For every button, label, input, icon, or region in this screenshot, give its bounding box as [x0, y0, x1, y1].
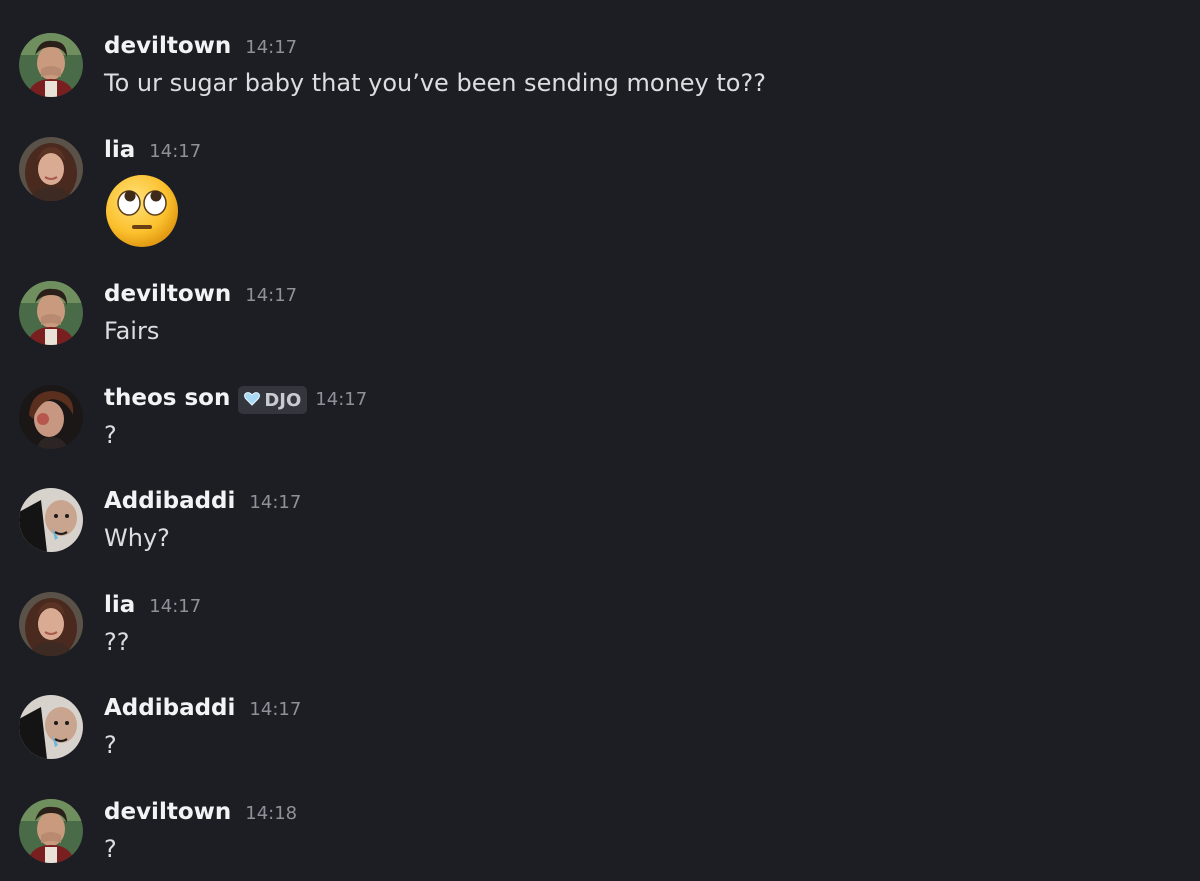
username[interactable]: deviltown	[104, 281, 231, 307]
message-text: Fairs	[104, 317, 160, 345]
rolling-eyes-emoji-icon[interactable]	[104, 173, 180, 253]
username[interactable]: lia	[104, 592, 135, 618]
username[interactable]: lia	[104, 137, 135, 163]
timestamp: 14:17	[149, 596, 202, 617]
message-text: Why?	[104, 524, 170, 552]
username[interactable]: theos son	[104, 385, 230, 411]
timestamp: 14:17	[245, 37, 298, 58]
light-blue-heart-icon	[244, 390, 261, 411]
username[interactable]: Addibaddi	[104, 695, 235, 721]
addibaddi-avatar[interactable]	[19, 695, 83, 759]
timestamp: 14:17	[249, 699, 302, 720]
timestamp: 14:17	[315, 389, 368, 410]
deviltown-avatar[interactable]	[19, 33, 83, 97]
message-text: ??	[104, 628, 130, 656]
message-text: To ur sugar baby that you’ve been sendin…	[104, 69, 766, 97]
server-tag-badge[interactable]: DJO	[238, 386, 308, 414]
username[interactable]: deviltown	[104, 33, 231, 59]
addibaddi-avatar[interactable]	[19, 488, 83, 552]
lia-avatar[interactable]	[19, 137, 83, 201]
username[interactable]: Addibaddi	[104, 488, 235, 514]
timestamp: 14:18	[245, 803, 298, 824]
chat-message-list: deviltown 14:17 To ur sugar baby that yo…	[0, 0, 1200, 881]
lia-avatar[interactable]	[19, 592, 83, 656]
message-text: ?	[104, 421, 117, 449]
server-tag-label: DJO	[264, 389, 302, 411]
message-text: ?	[104, 731, 117, 759]
deviltown-avatar[interactable]	[19, 799, 83, 863]
timestamp: 14:17	[149, 141, 202, 162]
timestamp: 14:17	[249, 492, 302, 513]
message-text: ?	[104, 835, 117, 863]
deviltown-avatar[interactable]	[19, 281, 83, 345]
theos-son-avatar[interactable]	[19, 385, 83, 449]
username[interactable]: deviltown	[104, 799, 231, 825]
timestamp: 14:17	[245, 285, 298, 306]
